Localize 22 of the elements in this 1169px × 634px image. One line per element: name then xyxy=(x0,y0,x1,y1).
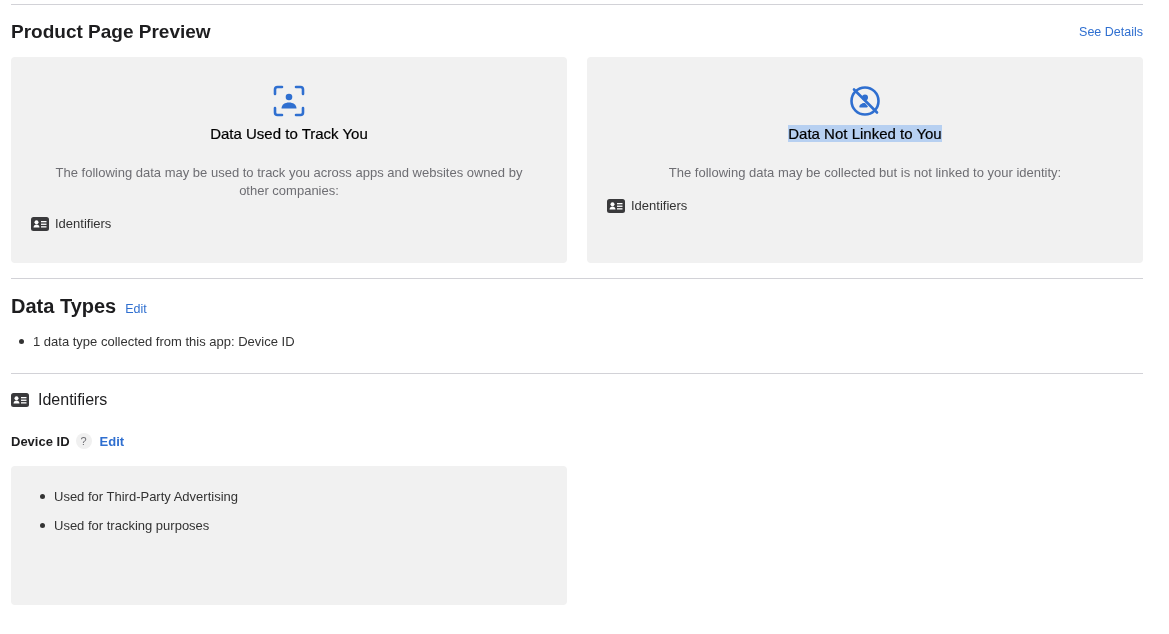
section-heading: Product Page Preview xyxy=(11,21,211,43)
card-description: The following data may be used to track you across apps and websites owned by other companies: xyxy=(54,164,524,200)
person-crossed-out-icon xyxy=(849,85,881,117)
card-title: Data Not Linked to You xyxy=(788,125,942,142)
person-in-frame-icon xyxy=(273,85,305,117)
id-card-icon xyxy=(11,393,29,407)
help-button[interactable]: ? xyxy=(75,433,92,449)
card-title: Data Used to Track You xyxy=(210,125,368,142)
id-card-icon xyxy=(31,216,49,231)
id-card-icon xyxy=(607,198,625,213)
edit-link[interactable]: Edit xyxy=(125,302,147,316)
bullet-text: 1 data type collected from this app: Device ID xyxy=(33,334,295,349)
see-details-link[interactable]: See Details xyxy=(1079,25,1143,39)
data-category: Identifiers xyxy=(55,216,112,231)
bullet-text: Used for Third-Party Advertising xyxy=(54,489,238,504)
data-category: Identifiers xyxy=(631,198,688,213)
card-description: The following data may be collected but is not linked to your identity: xyxy=(668,164,1062,182)
section-heading: Data Types xyxy=(11,295,117,318)
bullet-text: Used for tracking purposes xyxy=(54,518,210,533)
category-heading: Identifiers xyxy=(38,391,108,409)
data-type-label: Device ID xyxy=(11,433,70,449)
edit-link[interactable]: Edit xyxy=(99,433,125,449)
